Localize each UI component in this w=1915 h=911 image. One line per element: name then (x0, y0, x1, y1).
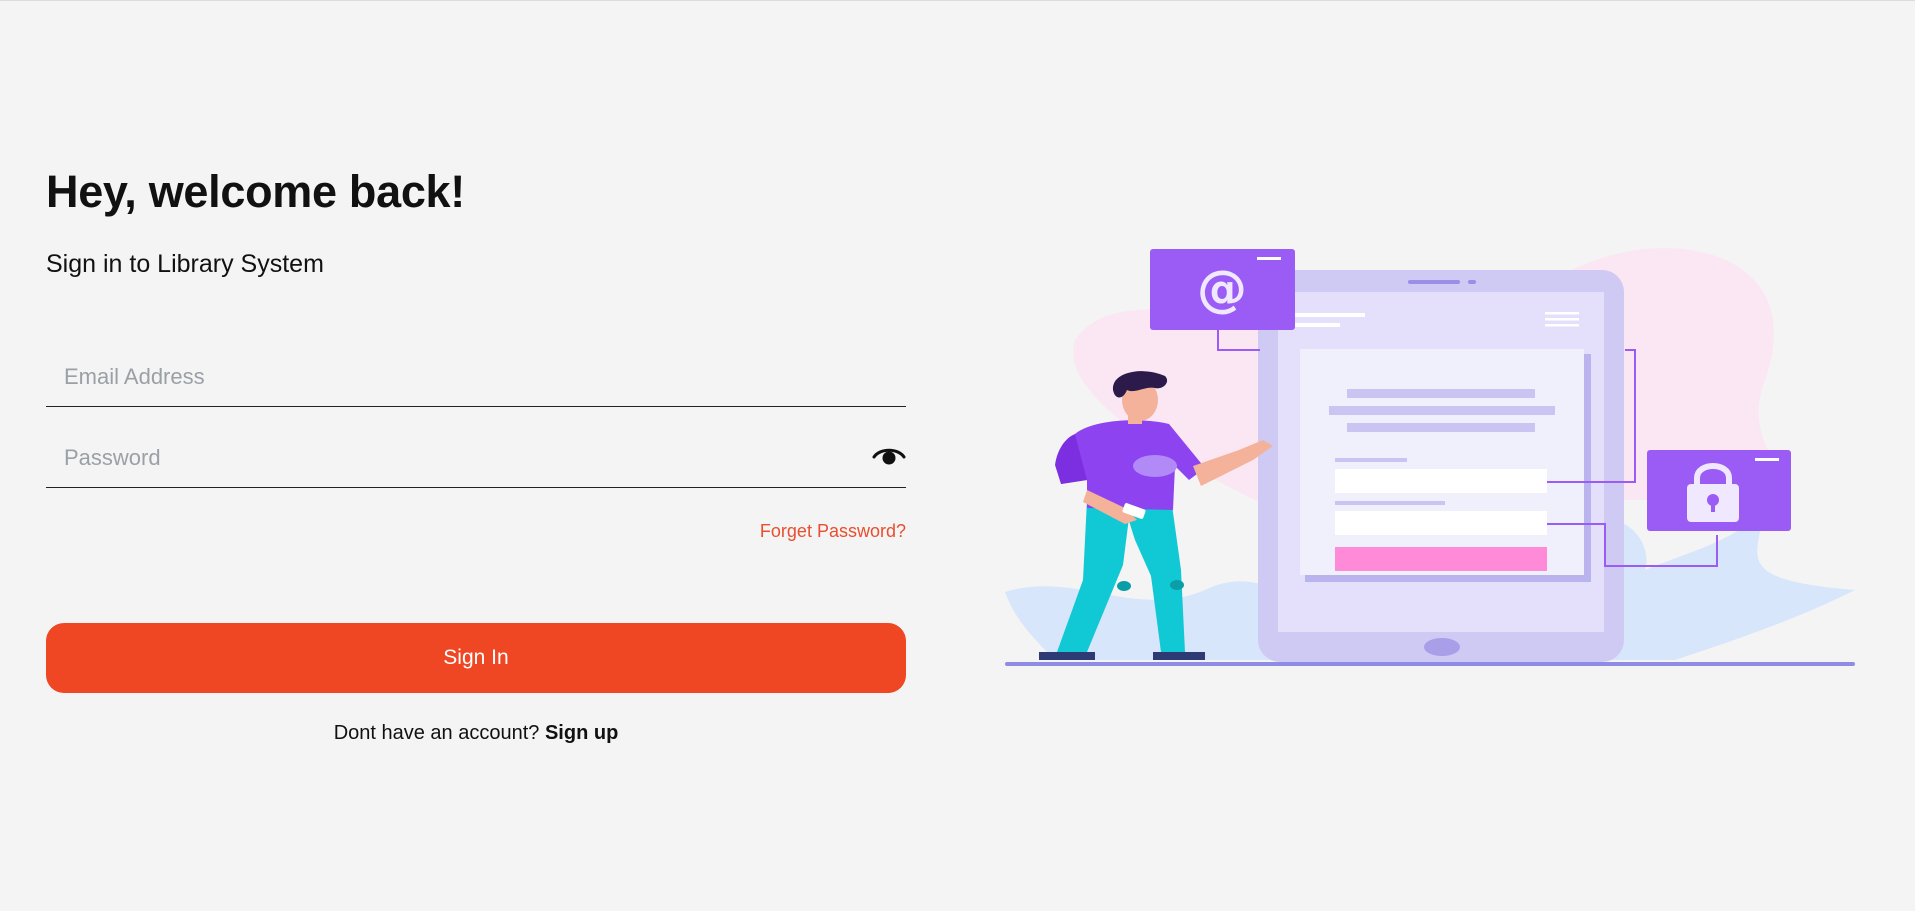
svg-text:@: @ (1197, 260, 1247, 318)
lock-icon (1647, 450, 1791, 531)
sign-in-button[interactable]: Sign In (46, 623, 906, 693)
tablet-icon (1258, 270, 1624, 662)
password-field (46, 425, 906, 488)
page-subtitle: Sign in to Library System (46, 250, 324, 278)
login-panel: Hey, welcome back! Sign in to Library Sy… (46, 0, 906, 911)
login-illustration: @ (995, 240, 1875, 680)
page-title: Hey, welcome back! (46, 166, 465, 217)
email-input[interactable] (62, 358, 846, 396)
at-sign-icon: @ (1150, 249, 1295, 330)
password-input[interactable] (62, 439, 846, 477)
eye-icon[interactable] (872, 442, 906, 468)
email-field (46, 344, 906, 407)
sign-up-link[interactable]: Sign up (545, 722, 618, 744)
signup-prompt-text: Dont have an account? (333, 722, 545, 744)
ground-line (1005, 662, 1855, 666)
signup-prompt: Dont have an account? Sign up (46, 722, 906, 745)
forgot-password-link[interactable]: Forget Password? (760, 521, 906, 542)
